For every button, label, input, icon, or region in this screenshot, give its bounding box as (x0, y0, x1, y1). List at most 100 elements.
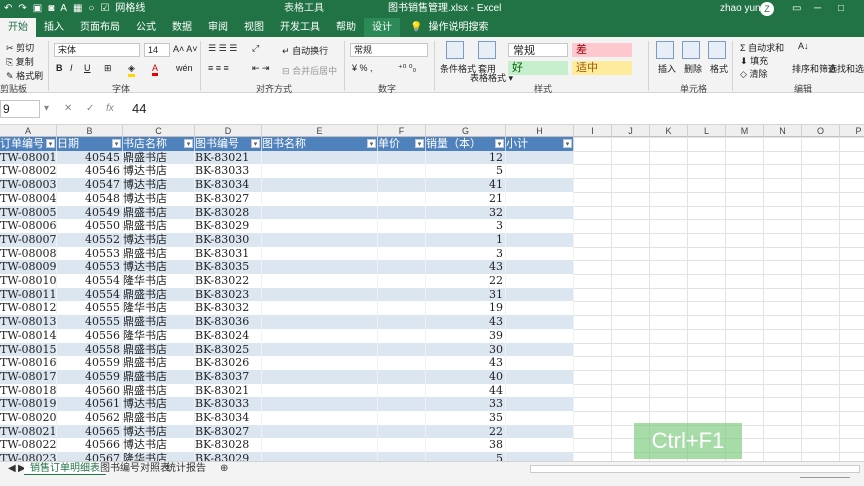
table-cell[interactable] (378, 164, 426, 179)
decimal-icon[interactable]: ⁺⁰ ⁰₀ (398, 63, 416, 74)
format-cells-button[interactable]: 格式 (710, 62, 728, 75)
filter-dropdown-icon[interactable]: ▾ (251, 139, 260, 148)
autosum-button[interactable]: Σ 自动求和 (740, 41, 784, 54)
table-cell[interactable] (262, 356, 378, 370)
table-cell[interactable]: 35 (426, 411, 506, 425)
horizontal-scrollbar[interactable] (530, 465, 860, 473)
style-bad[interactable]: 差 (572, 43, 632, 57)
number-format-select[interactable]: 常规 (350, 43, 428, 57)
table-cell[interactable]: TW-08010 (0, 274, 57, 288)
table-cell[interactable] (262, 424, 378, 439)
filter-dropdown-icon[interactable]: ▾ (367, 139, 376, 148)
minimize-icon[interactable]: ─ (814, 0, 821, 18)
filter-dropdown-icon[interactable]: ▾ (46, 139, 55, 148)
table-cell[interactable] (378, 397, 426, 411)
column-header[interactable]: J (612, 125, 650, 137)
format-table-icon[interactable] (478, 41, 496, 59)
tab-review[interactable]: 审阅 (200, 18, 236, 37)
table-cell[interactable] (506, 260, 574, 274)
tab-insert[interactable]: 插入 (36, 18, 72, 37)
table-cell[interactable]: 40561 (57, 397, 123, 411)
table-cell[interactable]: TW-08016 (0, 356, 57, 370)
table-cell[interactable]: 43 (426, 260, 506, 274)
table-cell[interactable] (378, 315, 426, 329)
table-cell[interactable] (262, 438, 378, 453)
table-cell[interactable]: 40559 (57, 356, 123, 370)
table-cell[interactable]: 43 (426, 315, 506, 329)
column-header[interactable]: D (195, 125, 262, 137)
table-cell[interactable]: TW-08007 (0, 232, 57, 247)
table-cell[interactable] (378, 424, 426, 439)
table-cell[interactable]: 40546 (57, 164, 123, 179)
column-header[interactable]: E (262, 125, 378, 137)
table-cell[interactable] (262, 411, 378, 425)
table-cell[interactable] (506, 274, 574, 288)
table-cell[interactable]: TW-08019 (0, 397, 57, 411)
table-cell[interactable] (262, 452, 378, 461)
table-cell[interactable] (262, 328, 378, 343)
table-cell[interactable] (506, 178, 574, 192)
tab-view[interactable]: 视图 (236, 18, 272, 37)
tab-design[interactable]: 设计 (364, 18, 400, 37)
table-cell[interactable] (506, 301, 574, 316)
table-cell[interactable]: 5 (426, 164, 506, 179)
grid-icon[interactable]: ▦ (73, 0, 82, 18)
table-cell[interactable]: 39 (426, 328, 506, 343)
table-cell[interactable]: 博达书店 (123, 397, 195, 411)
table-cell[interactable]: TW-08015 (0, 342, 57, 357)
table-header-cell[interactable]: 图书名称 ▾ (262, 137, 378, 151)
formula-input[interactable]: 44 (132, 101, 146, 116)
table-cell[interactable]: BK-83026 (195, 356, 262, 370)
add-sheet-icon[interactable]: ⊕ (214, 462, 234, 476)
user-name[interactable]: zhao yun (720, 0, 761, 18)
table-cell[interactable] (262, 287, 378, 302)
table-cell[interactable]: TW-08004 (0, 191, 57, 206)
table-cell[interactable]: 40558 (57, 342, 123, 357)
table-cell[interactable]: BK-83030 (195, 232, 262, 247)
table-cell[interactable]: 鼎盛书店 (123, 342, 195, 357)
style-good[interactable]: 好 (508, 61, 568, 75)
table-cell[interactable] (378, 383, 426, 398)
table-cell[interactable]: 19 (426, 301, 506, 316)
table-cell[interactable]: 40555 (57, 315, 123, 329)
column-header[interactable]: O (802, 125, 840, 137)
table-cell[interactable]: 31 (426, 287, 506, 302)
table-cell[interactable] (506, 383, 574, 398)
column-header[interactable]: L (688, 125, 726, 137)
table-cell[interactable]: 隆华书店 (123, 301, 195, 316)
table-cell[interactable] (262, 232, 378, 247)
tab-formulas[interactable]: 公式 (128, 18, 164, 37)
table-cell[interactable]: 鼎盛书店 (123, 150, 195, 165)
table-cell[interactable]: BK-83031 (195, 246, 262, 261)
delete-cells-icon[interactable] (682, 41, 700, 59)
table-cell[interactable] (506, 191, 574, 206)
table-header-cell[interactable]: 图书编号 ▾ (195, 137, 262, 151)
table-cell[interactable]: 40553 (57, 260, 123, 274)
table-cell[interactable]: 鼎盛书店 (123, 411, 195, 425)
fill-color-icon[interactable]: ◈ (128, 63, 135, 77)
table-cell[interactable]: 40 (426, 369, 506, 384)
font-color-icon[interactable]: A (152, 63, 159, 76)
underline-button[interactable]: U (84, 63, 91, 73)
table-cell[interactable]: 40565 (57, 424, 123, 439)
table-cell[interactable]: 33 (426, 397, 506, 411)
column-header[interactable]: I (574, 125, 612, 137)
namebox-dropdown-icon[interactable]: ▾ (44, 103, 49, 114)
table-cell[interactable]: BK-83022 (195, 274, 262, 288)
table-cell[interactable] (262, 342, 378, 357)
column-header[interactable]: K (650, 125, 688, 137)
table-cell[interactable]: TW-08014 (0, 328, 57, 343)
cut-button[interactable]: ✂ 剪切 (6, 41, 34, 54)
clear-button[interactable]: ◇ 清除 (740, 67, 767, 80)
table-cell[interactable]: 鼎盛书店 (123, 315, 195, 329)
table-cell[interactable]: TW-08006 (0, 219, 57, 233)
tab-help[interactable]: 帮助 (328, 18, 364, 37)
table-cell[interactable] (262, 301, 378, 316)
italic-button[interactable]: I (70, 63, 73, 73)
table-cell[interactable]: TW-08023 (0, 452, 57, 461)
filter-dropdown-icon[interactable]: ▾ (563, 139, 572, 148)
table-cell[interactable] (506, 287, 574, 302)
table-cell[interactable]: 鼎盛书店 (123, 287, 195, 302)
table-cell[interactable] (506, 397, 574, 411)
conditional-format-icon[interactable] (446, 41, 464, 59)
